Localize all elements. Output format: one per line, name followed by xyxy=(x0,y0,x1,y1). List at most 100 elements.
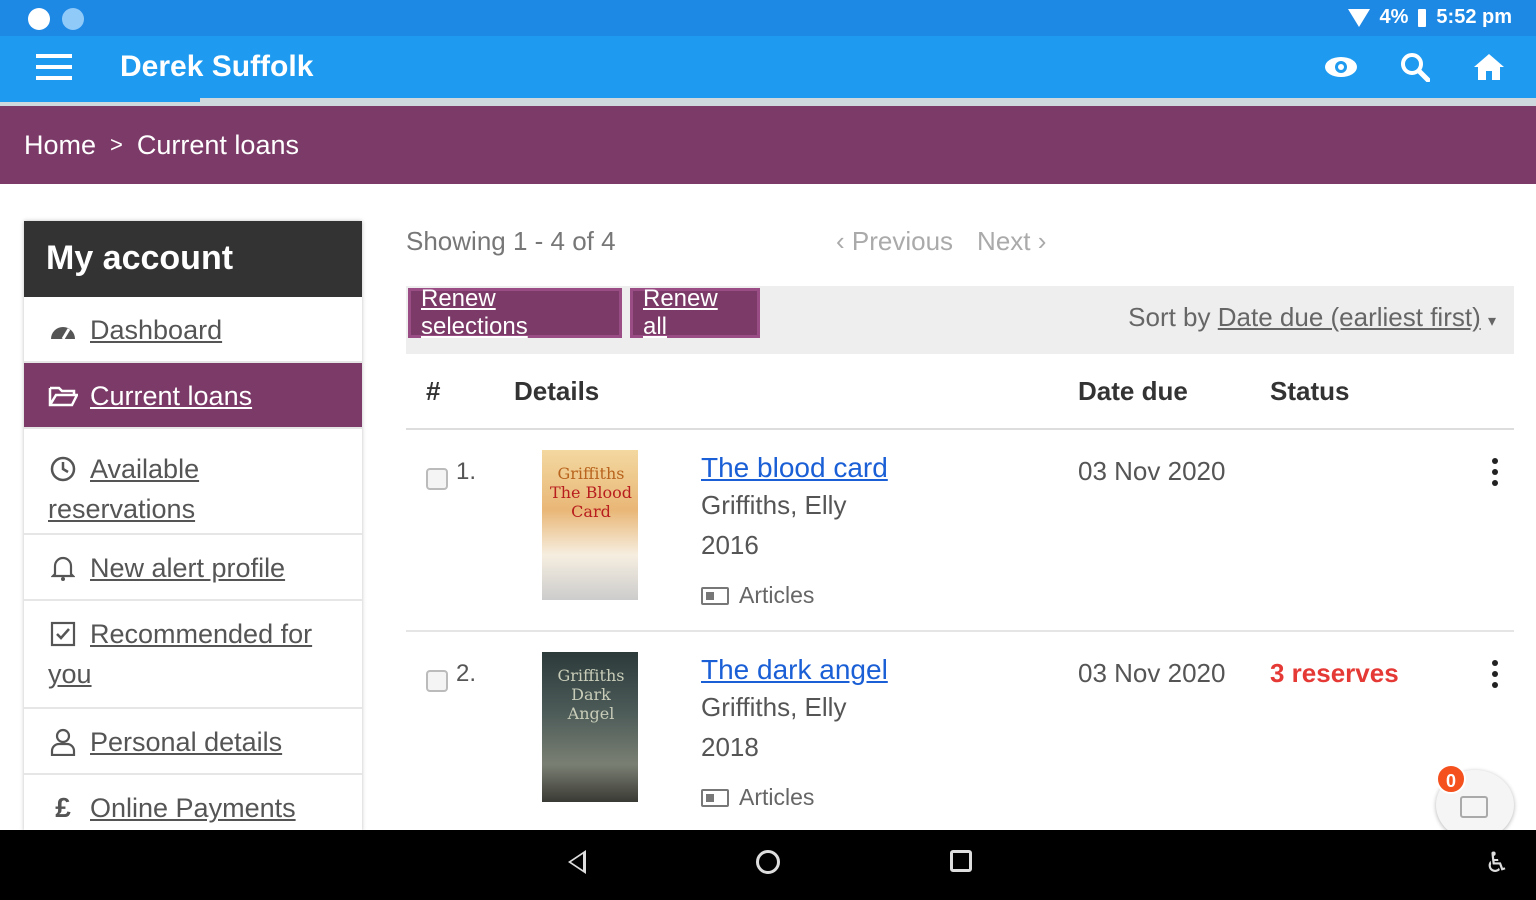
sort-value: Date due (earliest first) xyxy=(1217,302,1481,332)
renew-all-button[interactable]: Renew all xyxy=(630,285,760,340)
bell-icon xyxy=(48,548,78,588)
sidebar-item-label: Current loans xyxy=(90,381,253,411)
loans-toolbar: Renew selections Renew all Sort by Date … xyxy=(406,285,1514,354)
list-icon xyxy=(1460,796,1488,818)
wifi-icon xyxy=(1347,8,1370,27)
book-format-label: Articles xyxy=(739,582,815,608)
dashboard-icon xyxy=(48,310,78,350)
cover-title: Card xyxy=(571,502,611,521)
more-options-icon[interactable] xyxy=(1492,458,1498,486)
column-status: Status xyxy=(1270,376,1350,406)
more-options-icon[interactable] xyxy=(1492,660,1498,688)
book-format-label: Articles xyxy=(739,784,815,810)
recent-apps-icon[interactable] xyxy=(950,850,972,872)
loading-progress-bar xyxy=(0,98,1536,106)
sort-selector[interactable]: Sort by Date due (earliest first) ▾ xyxy=(1128,302,1496,333)
row-number: 1. xyxy=(456,458,477,485)
folder-open-icon xyxy=(48,376,78,416)
book-format: Articles xyxy=(701,784,814,811)
loan-status: 3 reserves xyxy=(1270,658,1399,688)
book-year: 2018 xyxy=(701,732,759,762)
user-icon xyxy=(48,722,78,762)
article-icon xyxy=(701,586,729,605)
renew-selections-button[interactable]: Renew selections xyxy=(408,285,622,340)
notification-icon xyxy=(62,8,84,30)
book-title-link[interactable]: The blood card xyxy=(701,452,888,484)
sidebar-item-online-payments[interactable]: £ Online Payments xyxy=(24,775,362,831)
column-date-due: Date due xyxy=(1078,376,1188,406)
book-year: 2016 xyxy=(701,530,759,560)
home-icon[interactable] xyxy=(1472,50,1506,84)
search-icon[interactable] xyxy=(1398,50,1432,84)
cover-title: Angel xyxy=(567,704,615,723)
date-due: 03 Nov 2020 xyxy=(1078,658,1226,688)
book-author: Griffiths, Elly xyxy=(701,692,847,722)
results-count: Showing 1 - 4 of 4 xyxy=(406,226,616,256)
cover-author: Griffiths xyxy=(557,464,625,483)
book-format: Articles xyxy=(701,582,814,609)
checkbox-icon xyxy=(48,614,78,654)
breadcrumb: Home > Current loans xyxy=(0,106,1536,184)
loan-checkbox[interactable] xyxy=(426,468,448,490)
caret-down-icon: ▾ xyxy=(1487,313,1496,330)
back-icon[interactable] xyxy=(568,850,586,874)
article-icon xyxy=(701,788,729,807)
sidebar-item-label: Recommended for you xyxy=(48,619,313,689)
sidebar-item-current-loans[interactable]: Current loans xyxy=(24,363,362,429)
book-author: Griffiths, Elly xyxy=(701,490,847,520)
previous-label: Previous xyxy=(851,226,954,256)
account-sidebar: My account Dashboard Current loans Avail… xyxy=(24,221,362,831)
cover-title: The Blood xyxy=(550,483,632,502)
sidebar-item-label: Online Payments xyxy=(90,793,296,823)
sidebar-item-new-alert-profile[interactable]: New alert profile xyxy=(24,535,362,601)
cover-title: Dark xyxy=(571,685,611,704)
sidebar-item-recommended[interactable]: Recommended for you xyxy=(24,601,362,709)
book-cover[interactable]: Griffiths The Blood Card xyxy=(542,450,638,600)
row-number: 2. xyxy=(456,660,477,687)
loan-checkbox[interactable] xyxy=(426,670,448,692)
pound-icon: £ xyxy=(55,792,71,823)
column-number: # xyxy=(426,376,441,406)
system-nav-bar: ♿ xyxy=(0,830,1536,900)
status-indicators: 4% 5:52 pm xyxy=(1347,6,1512,29)
pagination: ‹ Previous Next › xyxy=(836,226,1046,257)
battery-icon xyxy=(1418,8,1427,27)
sidebar-item-label: New alert profile xyxy=(90,553,286,583)
sidebar-item-available-reservations[interactable]: Available reservations xyxy=(24,429,362,535)
book-cover[interactable]: Griffiths Dark Angel xyxy=(542,652,638,802)
chevron-right-icon: › xyxy=(1030,226,1047,256)
sidebar-item-label: Personal details xyxy=(90,727,283,757)
book-title-link[interactable]: The dark angel xyxy=(701,654,888,686)
system-status-bar: 4% 5:52 pm xyxy=(0,0,1536,36)
notification-icon xyxy=(28,8,50,30)
next-label: Next xyxy=(977,226,1031,256)
table-row: 2. Griffiths Dark Angel The dark angel G… xyxy=(406,634,1514,834)
home-circle-icon[interactable] xyxy=(756,850,780,874)
breadcrumb-separator: > xyxy=(110,132,123,157)
breadcrumb-home-link[interactable]: Home xyxy=(24,130,96,161)
loans-content: Showing 1 - 4 of 4 ‹ Previous Next › Ren… xyxy=(406,210,1516,830)
date-due: 03 Nov 2020 xyxy=(1078,456,1226,486)
app-title: Derek Suffolk xyxy=(120,50,314,83)
sidebar-heading: My account xyxy=(24,221,362,297)
clock-icon xyxy=(48,449,78,489)
column-details: Details xyxy=(514,376,600,406)
next-link[interactable]: Next › xyxy=(977,226,1046,257)
accessibility-icon[interactable]: ♿ xyxy=(1484,848,1510,878)
sidebar-item-personal-details[interactable]: Personal details xyxy=(24,709,362,775)
sort-label: Sort by xyxy=(1128,302,1211,332)
chevron-left-icon: ‹ xyxy=(836,226,852,256)
table-header: # Details Date due Status xyxy=(406,372,1514,430)
menu-icon[interactable] xyxy=(36,54,72,80)
sidebar-item-label: Dashboard xyxy=(90,315,223,345)
battery-level: 4% xyxy=(1379,6,1409,28)
eye-icon[interactable] xyxy=(1324,50,1358,84)
sidebar-item-dashboard[interactable]: Dashboard xyxy=(24,297,362,363)
previous-link[interactable]: ‹ Previous xyxy=(836,226,953,257)
cover-author: Griffiths xyxy=(557,666,625,685)
app-bar: Derek Suffolk xyxy=(0,36,1536,98)
clock: 5:52 pm xyxy=(1436,6,1512,28)
table-row: 1. Griffiths The Blood Card The blood ca… xyxy=(406,432,1514,632)
basket-count-badge: 0 xyxy=(1436,764,1466,794)
breadcrumb-current: Current loans xyxy=(136,129,299,160)
